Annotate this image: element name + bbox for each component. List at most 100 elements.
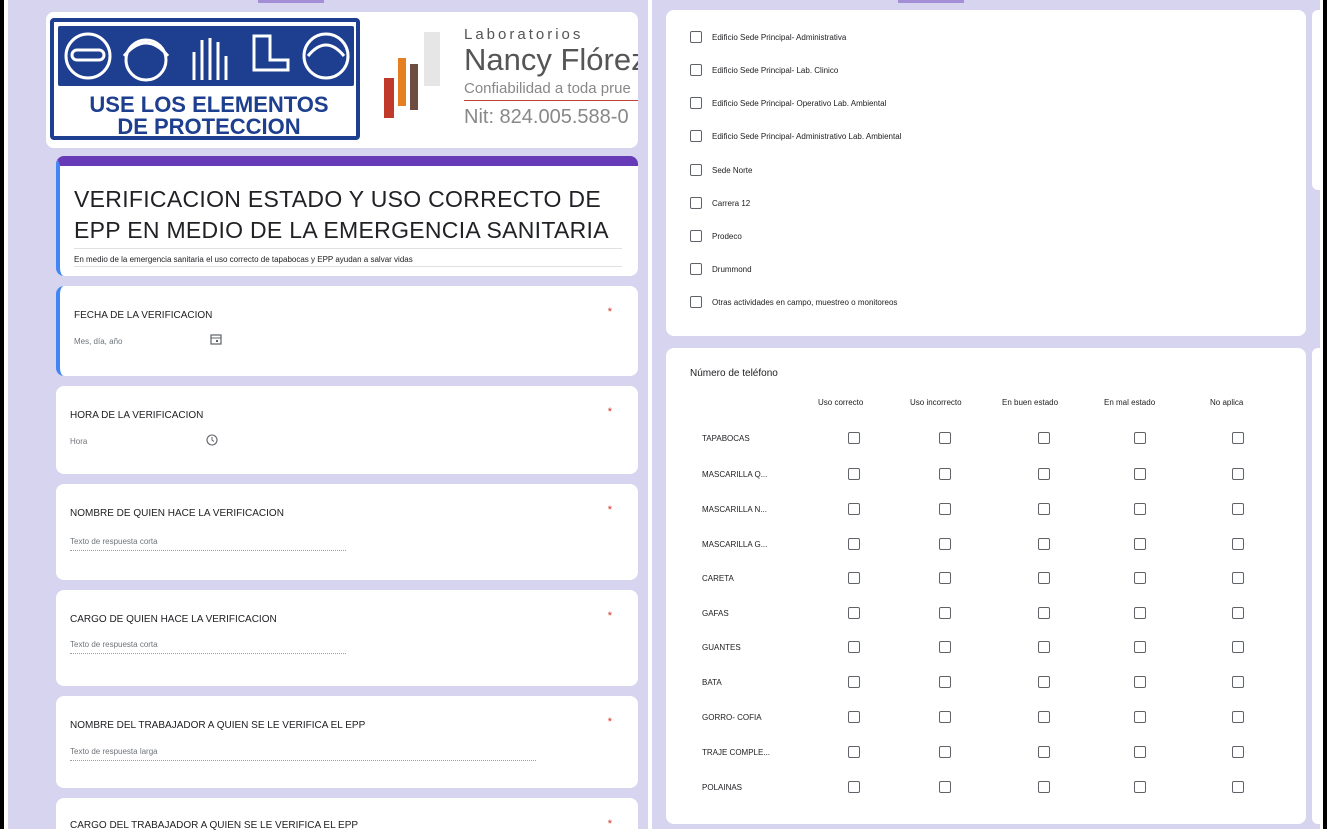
grid-row-label: MASCARILLA Q...	[702, 470, 768, 479]
date-input[interactable]: Mes, día, año	[74, 337, 122, 346]
option-label: Edificio Sede Principal- Lab. Clinico	[712, 66, 839, 75]
question-worker-name[interactable]: NOMBRE DEL TRABAJADOR A QUIEN SE LE VERI…	[56, 696, 638, 788]
grid-checkbox[interactable]	[939, 572, 951, 584]
grid-checkbox[interactable]	[1038, 711, 1050, 723]
long-answer-input[interactable]: Texto de respuesta larga	[70, 747, 158, 756]
grid-checkbox[interactable]	[1134, 572, 1146, 584]
grid-checkbox[interactable]	[1232, 503, 1244, 515]
grid-checkbox[interactable]	[848, 746, 860, 758]
grid-checkbox[interactable]	[1232, 572, 1244, 584]
grid-checkbox[interactable]	[1038, 468, 1050, 480]
ppe-sign: USE LOS ELEMENTOS DE PROTECCION	[46, 12, 368, 148]
checkbox[interactable]	[690, 230, 702, 242]
checkbox[interactable]	[690, 64, 702, 76]
grid-checkbox[interactable]	[939, 432, 951, 444]
checkbox[interactable]	[690, 130, 702, 142]
grid-checkbox[interactable]	[1038, 538, 1050, 550]
grid-checkbox[interactable]	[1038, 746, 1050, 758]
grid-checkbox[interactable]	[1134, 676, 1146, 688]
grid-checkbox[interactable]	[939, 503, 951, 515]
description-divider	[74, 266, 622, 267]
grid-checkbox[interactable]	[1038, 607, 1050, 619]
grid-checkbox[interactable]	[939, 641, 951, 653]
grid-checkbox[interactable]	[1038, 676, 1050, 688]
grid-checkbox[interactable]	[939, 676, 951, 688]
grid-checkbox[interactable]	[848, 572, 860, 584]
grid-checkbox[interactable]	[1134, 607, 1146, 619]
grid-checkbox[interactable]	[848, 607, 860, 619]
checkbox[interactable]	[690, 97, 702, 109]
grid-column-header: Uso correcto	[818, 398, 864, 407]
option-label: Edificio Sede Principal- Administrativa	[712, 33, 847, 42]
question-date[interactable]: FECHA DE LA VERIFICACION * Mes, día, año	[56, 286, 638, 376]
input-underline	[70, 550, 346, 551]
grid-checkbox[interactable]	[1232, 538, 1244, 550]
question-verifier-role[interactable]: CARGO DE QUIEN HACE LA VERIFICACION * Te…	[56, 590, 638, 686]
checkbox[interactable]	[690, 31, 702, 43]
lab-label: Laboratorios	[464, 26, 584, 43]
grid-checkbox[interactable]	[1038, 641, 1050, 653]
question-time[interactable]: HORA DE LA VERIFICACION * Hora	[56, 386, 638, 474]
checkbox[interactable]	[690, 164, 702, 176]
grid-checkbox[interactable]	[1134, 538, 1146, 550]
ppe-sign-frame: USE LOS ELEMENTOS DE PROTECCION	[50, 18, 360, 140]
grid-checkbox[interactable]	[848, 538, 860, 550]
question-label: FECHA DE LA VERIFICACION	[74, 310, 213, 321]
grid-checkbox[interactable]	[848, 781, 860, 793]
checkbox[interactable]	[690, 197, 702, 209]
required-marker: *	[607, 818, 612, 830]
grid-row-label: GORRO- COFIA	[702, 713, 762, 722]
top-edge-mark	[258, 0, 324, 3]
grid-checkbox[interactable]	[939, 711, 951, 723]
grid-checkbox[interactable]	[1038, 432, 1050, 444]
grid-checkbox[interactable]	[848, 711, 860, 723]
grid-checkbox[interactable]	[1232, 468, 1244, 480]
grid-row-label: TRAJE COMPLE...	[702, 748, 771, 757]
hardhat-icon	[122, 41, 170, 57]
option-label: Carrera 12	[712, 199, 751, 208]
grid-checkbox[interactable]	[1134, 711, 1146, 723]
checkbox[interactable]	[690, 296, 702, 308]
lab-name: Nancy Flórez	[464, 42, 638, 77]
form-title-card: VERIFICACION ESTADO Y USO CORRECTO DE EP…	[56, 156, 638, 276]
grid-checkbox[interactable]	[1232, 746, 1244, 758]
option-label: Edificio Sede Principal- Administrativo …	[712, 132, 902, 141]
grid-checkbox[interactable]	[1134, 641, 1146, 653]
grid-checkbox[interactable]	[1134, 432, 1146, 444]
grid-checkbox[interactable]	[1232, 641, 1244, 653]
question-worker-role[interactable]: CARGO DEL TRABAJADOR A QUIEN SE LE VERIF…	[56, 798, 638, 838]
grid-checkbox[interactable]	[1232, 432, 1244, 444]
grid-checkbox[interactable]	[1038, 572, 1050, 584]
question-label: CARGO DEL TRABAJADOR A QUIEN SE LE VERIF…	[70, 820, 359, 831]
grid-checkbox[interactable]	[939, 781, 951, 793]
grid-checkbox[interactable]	[939, 468, 951, 480]
grid-checkbox[interactable]	[1038, 781, 1050, 793]
grid-checkbox[interactable]	[848, 676, 860, 688]
question-verifier-name[interactable]: NOMBRE DE QUIEN HACE LA VERIFICACION * T…	[56, 484, 638, 580]
grid-checkbox[interactable]	[939, 607, 951, 619]
question-label: HORA DE LA VERIFICACION	[70, 410, 204, 421]
input-underline	[70, 760, 536, 761]
grid-checkbox[interactable]	[848, 641, 860, 653]
grid-checkbox[interactable]	[939, 538, 951, 550]
short-answer-input[interactable]: Texto de respuesta corta	[70, 537, 158, 546]
grid-checkbox[interactable]	[1134, 746, 1146, 758]
time-input[interactable]: Hora	[70, 437, 87, 446]
grid-checkbox[interactable]	[1232, 676, 1244, 688]
short-answer-input[interactable]: Texto de respuesta corta	[70, 640, 158, 649]
grid-checkbox[interactable]	[1038, 503, 1050, 515]
grid-checkbox[interactable]	[1134, 781, 1146, 793]
grid-checkbox[interactable]	[1134, 503, 1146, 515]
grid-checkbox[interactable]	[1232, 711, 1244, 723]
grid-checkbox[interactable]	[848, 432, 860, 444]
grid-checkbox[interactable]	[1232, 607, 1244, 619]
grid-row-label: GAFAS	[702, 609, 729, 618]
clock-icon[interactable]	[206, 434, 218, 449]
grid-checkbox[interactable]	[848, 503, 860, 515]
checkbox[interactable]	[690, 263, 702, 275]
grid-checkbox[interactable]	[1134, 468, 1146, 480]
grid-checkbox[interactable]	[1232, 781, 1244, 793]
grid-checkbox[interactable]	[848, 468, 860, 480]
calendar-icon[interactable]	[210, 333, 222, 348]
grid-checkbox[interactable]	[939, 746, 951, 758]
